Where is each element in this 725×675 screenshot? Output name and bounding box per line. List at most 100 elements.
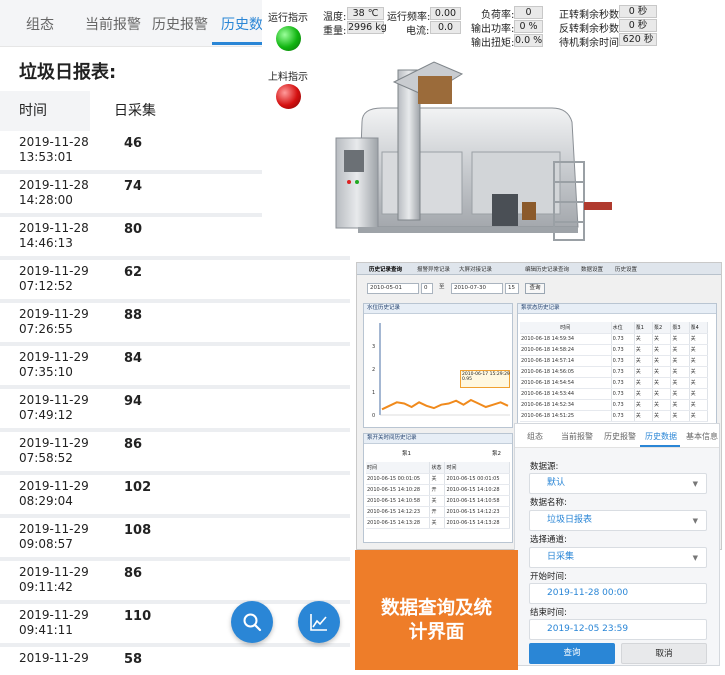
- row-value: 84: [124, 351, 143, 366]
- pump-table-cell: 0.73: [611, 377, 635, 389]
- power-value: 0 %: [514, 20, 543, 33]
- table-row: 2010-06-18 14:54:54 0.73 关关关关: [520, 377, 709, 389]
- load-value: 0: [514, 6, 543, 19]
- switch-table-cell: 关: [429, 517, 446, 529]
- waste-processor-image: [335, 61, 612, 241]
- switch-group-1: 泵1: [402, 451, 411, 457]
- form-tab-history-data[interactable]: 历史数据: [645, 431, 677, 442]
- pump-table-cell: 关: [652, 355, 672, 367]
- table-row: 2010-06-18 14:56:05 0.73 关关关关: [520, 366, 709, 378]
- temp-label: 温度:: [323, 12, 347, 23]
- data-name-select[interactable]: 垃圾日报表 ▼: [529, 510, 707, 531]
- tab-current-alarms[interactable]: 当前报警: [85, 14, 141, 34]
- row-clock: 07:58:52: [19, 450, 73, 465]
- pump-table-cell: 关: [670, 366, 690, 378]
- row-date: 2019-11-29: [19, 608, 89, 622]
- tab-edit-history[interactable]: 编辑历史记录查询: [525, 265, 569, 273]
- switch-table-header: 时间: [444, 462, 510, 474]
- standby-remaining-label: 待机剩余时间:: [559, 38, 623, 49]
- end-time-label: 结束时间:: [530, 608, 567, 618]
- chart-tooltip: 2010-06-17 15:29:29 0.95: [460, 370, 510, 388]
- row-date: 2019-11-29: [19, 307, 89, 321]
- switch-table-cell: 2010-06-15 14:10:58: [366, 495, 431, 507]
- form-tab-history-alarms[interactable]: 历史报警: [604, 431, 636, 442]
- row-date: 2019-11-29: [19, 350, 89, 364]
- data-name-label: 数据名称:: [530, 498, 567, 508]
- tab-config[interactable]: 组态: [26, 14, 54, 34]
- table-row: 2010-06-18 14:57:14 0.73 关关关关: [520, 355, 709, 367]
- tab-history-settings[interactable]: 历史设置: [615, 265, 637, 273]
- pump-table-cell: 0.73: [611, 388, 635, 400]
- weight-label: 重量:: [323, 26, 347, 37]
- pump-table-cell: 关: [634, 388, 654, 400]
- row-value: 80: [124, 222, 143, 237]
- tab-alarm-records[interactable]: 报警异常记录: [417, 265, 450, 273]
- switch-table-cell: 关: [429, 473, 446, 485]
- query-submit-button[interactable]: 查询: [529, 643, 615, 664]
- water-level-chart-panel: 水位历史记录 3 2 1 0 2010-06-17 15:29:29 0.95: [363, 303, 513, 428]
- column-header-value: 日采集: [114, 103, 156, 119]
- pump-table-cell: 关: [634, 355, 654, 367]
- tab-screen-records[interactable]: 大屏对接记录: [459, 265, 492, 273]
- pump-table-cell: 关: [670, 355, 690, 367]
- table-row: 2019-11-29 07:49:12 94: [0, 389, 350, 432]
- pump-table-cell: 关: [652, 388, 672, 400]
- pump-table-cell: 关: [652, 377, 672, 389]
- pump-table-cell: 关: [634, 377, 654, 389]
- form-tab-config[interactable]: 组态: [527, 431, 543, 442]
- row-time: 2019-11-29 08:29:04: [19, 479, 89, 508]
- start-date-input[interactable]: 2010-05-01: [367, 283, 419, 294]
- form-tab-basic-info[interactable]: 基本信息: [686, 431, 718, 442]
- source-label: 数据源:: [530, 462, 559, 472]
- switch-group-2: 泵2: [492, 451, 501, 457]
- start-hour-input[interactable]: 0: [421, 283, 433, 294]
- date-filter-bar: 2010-05-01 0 至 2010-07-30 15 查询: [357, 280, 721, 298]
- row-value: 58: [124, 652, 143, 667]
- table-row: 2010-06-15 00:01:05 关 2010-06-15 00:01:05: [366, 473, 510, 485]
- table-row: 2019-11-29 07:12:52 62: [0, 260, 350, 303]
- chart-button[interactable]: [298, 601, 340, 643]
- form-active-tab-indicator: [640, 445, 680, 447]
- table-row: 2019-11-29 07:26:55 88: [0, 303, 350, 346]
- row-time: 2019-11-29 07:49:12: [19, 393, 89, 422]
- tooltip-value: 0.95: [462, 377, 473, 382]
- line-chart-icon: [310, 614, 327, 631]
- start-time-input[interactable]: 2019-11-28 00:00: [529, 583, 707, 604]
- switch-table-cell: 2010-06-15 14:10:58: [444, 495, 510, 507]
- end-time-input[interactable]: 2019-12-05 23:59: [529, 619, 707, 640]
- weight-value: 2996 kg: [347, 21, 387, 34]
- search-button[interactable]: [231, 601, 273, 643]
- pump-table-cell: 关: [652, 410, 672, 422]
- row-date: 2019-11-28: [19, 221, 89, 235]
- pump-table-cell: 2010-06-18 14:51:25: [520, 410, 612, 422]
- tab-history-query[interactable]: 历史记录查询: [369, 265, 402, 273]
- feed-indicator-led: [276, 84, 301, 109]
- pump-table-cell: 关: [689, 377, 709, 389]
- caption-line-2: 计界面: [408, 622, 465, 643]
- data-name-value: 垃圾日报表: [547, 515, 593, 525]
- form-tab-current-alarms[interactable]: 当前报警: [561, 431, 593, 442]
- column-header-time: 时间: [0, 91, 90, 131]
- row-value: 46: [124, 136, 143, 151]
- reverse-remaining-value: 0 秒: [619, 19, 657, 32]
- pump-table-cell: 关: [634, 410, 654, 422]
- form-tab-bar: 组态 当前报警 历史报警 历史数据 基本信息: [515, 424, 719, 448]
- pump-table-cell: 2010-06-18 14:52:34: [520, 399, 612, 411]
- pump-table-cell: 关: [634, 399, 654, 411]
- cancel-button[interactable]: 取消: [621, 643, 707, 664]
- end-date-input[interactable]: 2010-07-30: [451, 283, 503, 294]
- end-hour-input[interactable]: 15: [505, 283, 519, 294]
- source-select[interactable]: 默认 ▼: [529, 473, 707, 494]
- chevron-down-icon: ▼: [692, 554, 698, 562]
- source-value: 默认: [547, 478, 566, 488]
- switch-table-cell: 2010-06-15 14:13:28: [366, 517, 431, 529]
- query-button[interactable]: 查询: [525, 283, 545, 294]
- pump-table-header: 泵1: [634, 322, 654, 334]
- row-clock: 14:46:13: [19, 235, 73, 250]
- channel-select[interactable]: 日采集 ▼: [529, 547, 707, 568]
- pump-table-header: 泵2: [652, 322, 672, 334]
- pump-table-cell: 0.73: [611, 399, 635, 411]
- row-clock: 14:28:00: [19, 192, 73, 207]
- tab-history-alarms[interactable]: 历史报警: [152, 14, 208, 34]
- tab-data-settings[interactable]: 数据设置: [581, 265, 603, 273]
